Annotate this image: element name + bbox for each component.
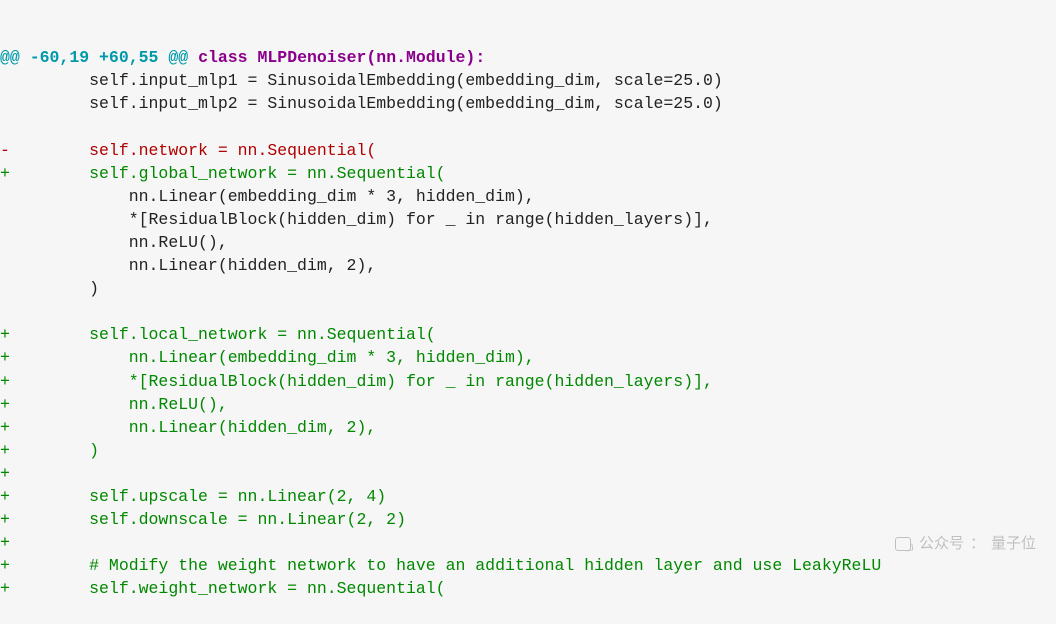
diff-line-added: + *[ResidualBlock(hidden_dim) for _ in r…	[0, 370, 1056, 393]
diff-line-context: self.input_mlp1 = SinusoidalEmbedding(em…	[0, 69, 1056, 92]
diff-line-context: self.input_mlp2 = SinusoidalEmbedding(em…	[0, 92, 1056, 115]
diff-line-added: + self.downscale = nn.Linear(2, 2)	[0, 508, 1056, 531]
diff-line-context: nn.Linear(embedding_dim * 3, hidden_dim)…	[0, 185, 1056, 208]
wechat-icon	[895, 537, 913, 551]
diff-line-context	[0, 300, 1056, 323]
diff-line-added: + )	[0, 439, 1056, 462]
hunk-header-line: @@ -60,19 +60,55 @@ class MLPDenoiser(nn…	[0, 46, 1056, 69]
diff-line-added: + nn.Linear(hidden_dim, 2),	[0, 416, 1056, 439]
watermark-label: 公众号	[919, 533, 964, 554]
diff-line-context: *[ResidualBlock(hidden_dim) for _ in ran…	[0, 208, 1056, 231]
hunk-range: -60,19 +60,55	[30, 48, 159, 67]
hunk-context: class MLPDenoiser(nn.Module):	[188, 48, 485, 67]
diff-line-added: + self.weight_network = nn.Sequential(	[0, 577, 1056, 600]
diff-line-context: nn.Linear(hidden_dim, 2),	[0, 254, 1056, 277]
diff-line-removed: - self.network = nn.Sequential(	[0, 139, 1056, 162]
hunk-at-close: @@	[158, 48, 188, 67]
diff-lines: self.input_mlp1 = SinusoidalEmbedding(em…	[0, 69, 1056, 600]
diff-line-added: + # Modify the weight network to have an…	[0, 554, 1056, 577]
watermark-name: 量子位	[991, 533, 1036, 554]
diff-line-added: +	[0, 462, 1056, 485]
hunk-at-open: @@	[0, 48, 30, 67]
diff-line-context: nn.ReLU(),	[0, 231, 1056, 254]
diff-line-added: + self.global_network = nn.Sequential(	[0, 162, 1056, 185]
diff-block: @@ -60,19 +60,55 @@ class MLPDenoiser(nn…	[0, 0, 1056, 624]
watermark-sep: ：	[970, 533, 985, 554]
diff-line-context	[0, 115, 1056, 138]
diff-line-context: )	[0, 277, 1056, 300]
watermark: 公众号 ： 量子位	[895, 533, 1036, 554]
diff-line-added: + nn.ReLU(),	[0, 393, 1056, 416]
diff-line-added: + self.upscale = nn.Linear(2, 4)	[0, 485, 1056, 508]
diff-line-added: + self.local_network = nn.Sequential(	[0, 323, 1056, 346]
diff-line-added: + nn.Linear(embedding_dim * 3, hidden_di…	[0, 346, 1056, 369]
